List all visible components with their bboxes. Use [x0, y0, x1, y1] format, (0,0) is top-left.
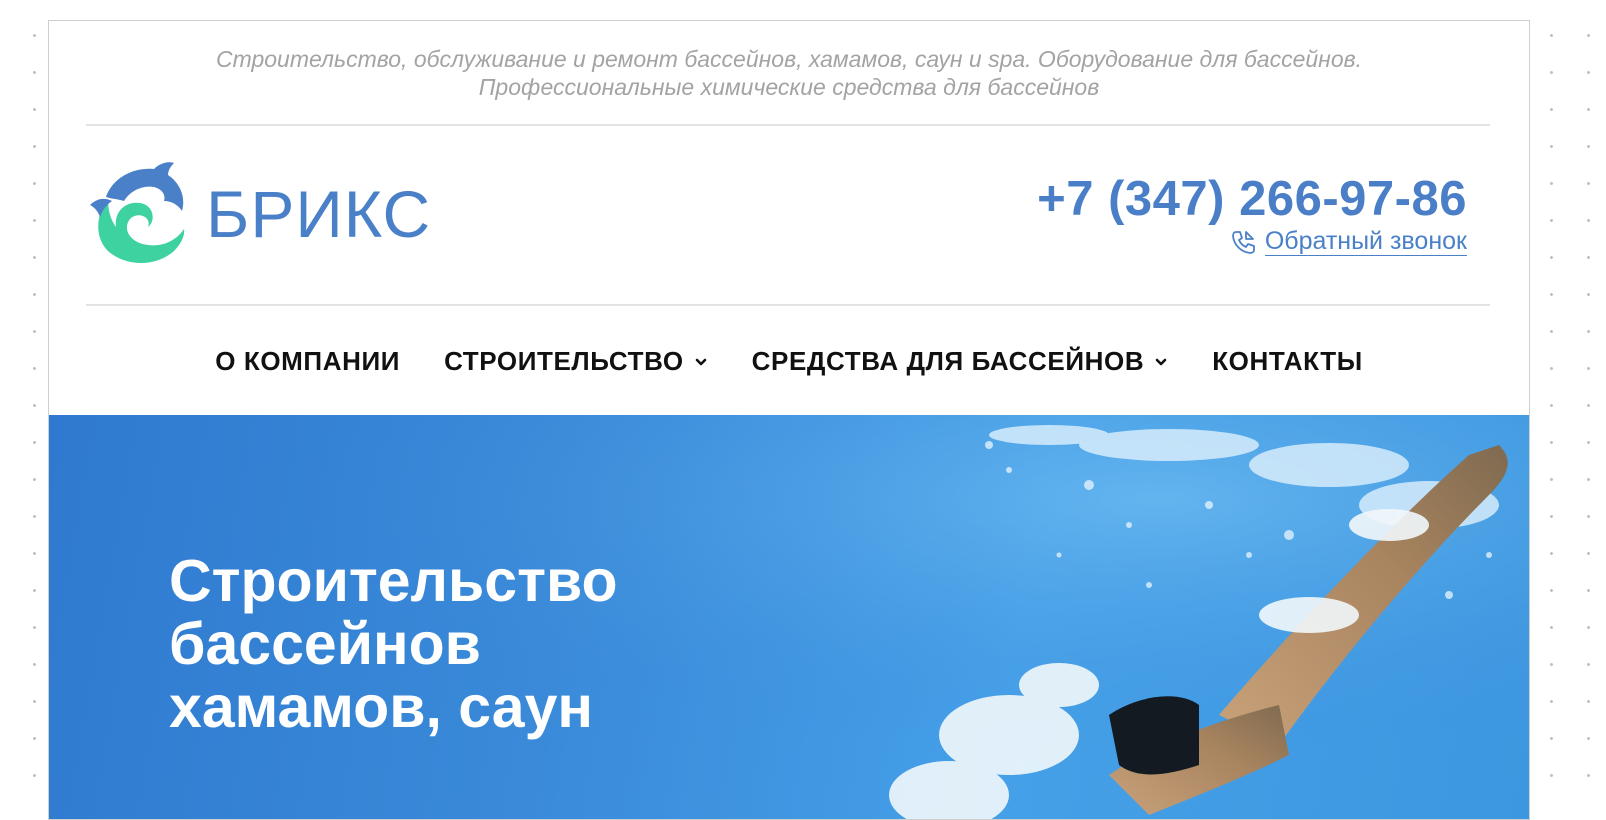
nav-item-construction[interactable]: СТРОИТЕЛЬСТВО — [444, 346, 708, 377]
header-divider-top — [86, 124, 1490, 126]
nav-item-label: О КОМПАНИИ — [215, 346, 401, 376]
hero-title: Строительство бассейнов хамамов, саун — [169, 550, 618, 739]
nav-item-label: СРЕДСТВА ДЛЯ БАССЕЙНОВ — [751, 346, 1145, 376]
phone-callback-icon — [1231, 230, 1255, 254]
nav-item-contacts[interactable]: КОНТАКТЫ — [1212, 346, 1363, 377]
header-divider-bottom — [86, 304, 1490, 306]
contact-block: +7 (347) 266-97-86 Обратный звонок — [1037, 171, 1467, 261]
chevron-down-icon — [1155, 358, 1167, 365]
hero-banner: Строительство бассейнов хамамов, саун — [49, 415, 1529, 819]
hero-title-line: бассейнов — [169, 611, 481, 677]
logo-text: БРИКС — [206, 177, 432, 251]
nav-item-about[interactable]: О КОМПАНИИ — [215, 346, 400, 377]
phone-number-link[interactable]: +7 (347) 266-97-86 — [1037, 171, 1467, 227]
nav-item-pool-chemicals[interactable]: СРЕДСТВА ДЛЯ БАССЕЙНОВ — [752, 346, 1169, 377]
page-frame: Строительство, обслуживание и ремонт бас… — [48, 20, 1530, 820]
nav-item-label: СТРОИТЕЛЬСТВО — [444, 346, 684, 376]
nav-item-label: КОНТАКТЫ — [1212, 346, 1363, 376]
callback-label: Обратный звонок — [1264, 227, 1467, 256]
site-tagline: Строительство, обслуживание и ремонт бас… — [215, 46, 1363, 100]
hero-title-line: хамамов, саун — [169, 674, 594, 740]
chevron-down-icon — [695, 358, 706, 365]
main-navigation: О КОМПАНИИ СТРОИТЕЛЬСТВО СРЕДСТВА ДЛЯ БА… — [49, 346, 1529, 377]
dolphin-wave-logo-icon — [90, 162, 185, 263]
site-logo[interactable]: БРИКС — [86, 159, 431, 269]
hero-title-line: Строительство — [169, 548, 618, 614]
callback-link[interactable]: Обратный звонок — [1229, 227, 1467, 256]
